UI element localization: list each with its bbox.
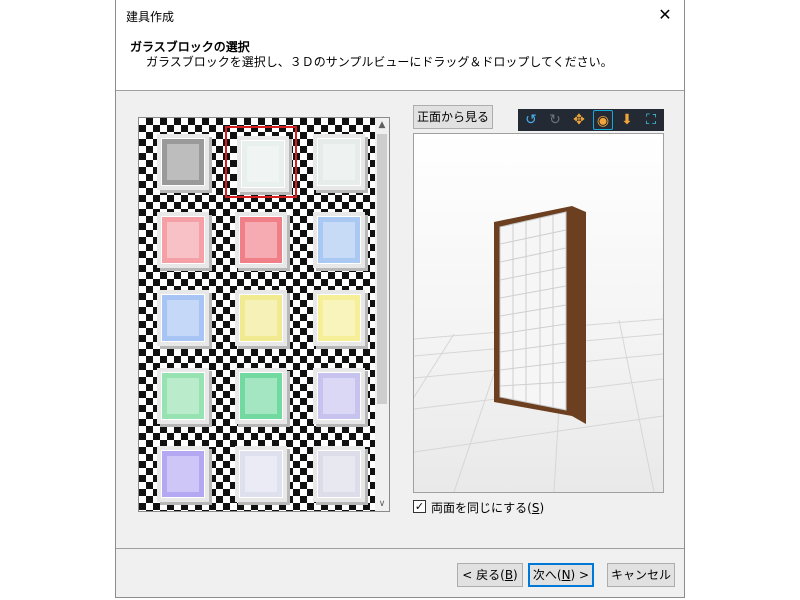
glass-block-preview (157, 134, 209, 190)
glass-block-thumbnail[interactable] (303, 438, 375, 510)
footer-divider (116, 548, 684, 549)
rotate-right-icon[interactable]: ↻ (545, 110, 565, 130)
close-icon[interactable]: ✕ (652, 2, 678, 28)
next-accesskey: N (561, 568, 571, 582)
dialog-window: 建具作成 ✕ ガラスブロックの選択 ガラスブロックを選択し、３Ｄのサンプルビュー… (115, 0, 685, 598)
step-subtitle: ガラスブロックを選択し、３Ｄのサンプルビューにドラッグ＆ドロップしてください。 (146, 55, 613, 69)
front-view-button[interactable]: 正面から見る(G) (413, 105, 493, 146)
glass-block-preview (237, 136, 289, 192)
next-suffix: ) > (570, 568, 590, 582)
cancel-button[interactable]: キャンセル (607, 563, 675, 587)
glass-block-preview (235, 212, 287, 268)
fit-view-icon[interactable]: ⛶ (641, 110, 661, 130)
back-label: < 戻る( (462, 568, 505, 582)
glass-block-gallery: ▲ ∨ (138, 117, 390, 512)
glass-block-preview (235, 446, 287, 502)
glass-block-preview (313, 446, 365, 502)
glass-block-preview (157, 368, 209, 424)
both-sides-label: 両面を同じにする(S) (431, 499, 544, 516)
glass-wall-frame-side (572, 206, 586, 424)
glass-block-thumbnail[interactable] (225, 360, 297, 432)
glass-block-preview (157, 212, 209, 268)
next-label: 次へ( (532, 568, 562, 582)
glass-block-thumbnail[interactable] (147, 126, 219, 198)
glass-block-thumbnail[interactable] (147, 282, 219, 354)
scroll-up-arrow-icon[interactable]: ▲ (375, 118, 389, 132)
glass-block-thumbnail[interactable] (225, 204, 297, 276)
glass-block-preview (313, 290, 365, 346)
glass-block-thumbnail[interactable] (225, 438, 297, 510)
move-icon[interactable]: ✥ (569, 110, 589, 130)
back-accesskey: B (504, 568, 514, 582)
next-button[interactable]: 次へ(N) > (528, 563, 594, 587)
glass-block-preview (313, 212, 365, 268)
glass-block-preview (235, 290, 287, 346)
3d-scene (414, 206, 663, 492)
orbit-icon[interactable]: ◉ (593, 110, 613, 130)
glass-block-thumbnail[interactable] (147, 204, 219, 276)
glass-block-thumbnail[interactable] (303, 282, 375, 354)
back-paren: ) (513, 568, 518, 582)
title-bar: 建具作成 ✕ (116, 0, 684, 30)
glass-block-preview (157, 446, 209, 502)
glass-block-thumbnail[interactable] (303, 360, 375, 432)
both-sides-paren: ) (539, 501, 545, 515)
glass-block-thumbnail[interactable] (147, 360, 219, 432)
glass-block-preview (235, 368, 287, 424)
glass-block-preview (313, 368, 365, 424)
glass-block-thumbnail[interactable] (225, 126, 297, 198)
glass-block-preview (313, 134, 365, 190)
3d-sample-view[interactable] (413, 133, 664, 493)
scrollbar-thumb[interactable] (377, 134, 387, 404)
gallery-scrollbar[interactable]: ▲ ∨ (375, 118, 389, 511)
both-sides-checkbox[interactable]: ✓ (413, 500, 426, 513)
rotate-left-icon[interactable]: ↺ (521, 110, 541, 130)
gallery-grid (139, 118, 375, 511)
wizard-header: ガラスブロックの選択 ガラスブロックを選択し、３Ｄのサンプルビューにドラッグ＆ド… (116, 30, 684, 91)
back-button[interactable]: < 戻る(B) (457, 563, 523, 587)
glass-block-preview (157, 290, 209, 346)
scroll-down-arrow-icon[interactable]: ∨ (375, 497, 389, 511)
elevate-down-icon[interactable]: ⬇ (617, 110, 637, 130)
window-title: 建具作成 (126, 10, 175, 24)
glass-block-thumbnail[interactable] (147, 438, 219, 510)
glass-block-thumbnail[interactable] (303, 126, 375, 198)
view-toolbar: ↺ ↻ ✥ ◉ ⬇ ⛶ (518, 109, 664, 131)
glass-block-thumbnail[interactable] (225, 282, 297, 354)
both-sides-text: 両面を同じにする( (431, 501, 532, 515)
glass-block-thumbnail[interactable] (303, 204, 375, 276)
